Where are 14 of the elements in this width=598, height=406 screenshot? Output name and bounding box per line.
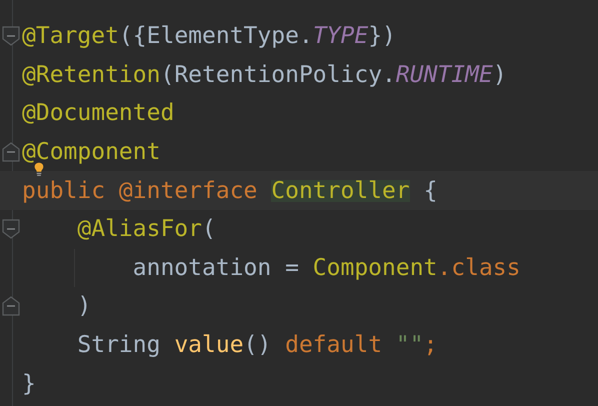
code-line: String value() default ""; xyxy=(77,334,438,356)
code-line: ) xyxy=(77,295,92,318)
code-line: @AliasFor( xyxy=(77,218,216,240)
fold-end-icon[interactable] xyxy=(0,141,22,164)
fold-end-icon[interactable] xyxy=(0,295,22,318)
code-line: @Documented xyxy=(22,102,174,124)
fold-collapse-icon[interactable] xyxy=(0,218,22,240)
code-line: @Retention(RetentionPolicy.RUNTIME) xyxy=(22,64,507,86)
code-line: @Component xyxy=(22,141,160,164)
code-line: annotation = Component.class xyxy=(132,256,520,279)
code-line: public @interface Controller { xyxy=(22,180,438,202)
code-line: } xyxy=(22,372,36,395)
fold-collapse-icon[interactable] xyxy=(0,25,22,48)
code-line: @Target({ElementType.TYPE}) xyxy=(22,25,396,48)
